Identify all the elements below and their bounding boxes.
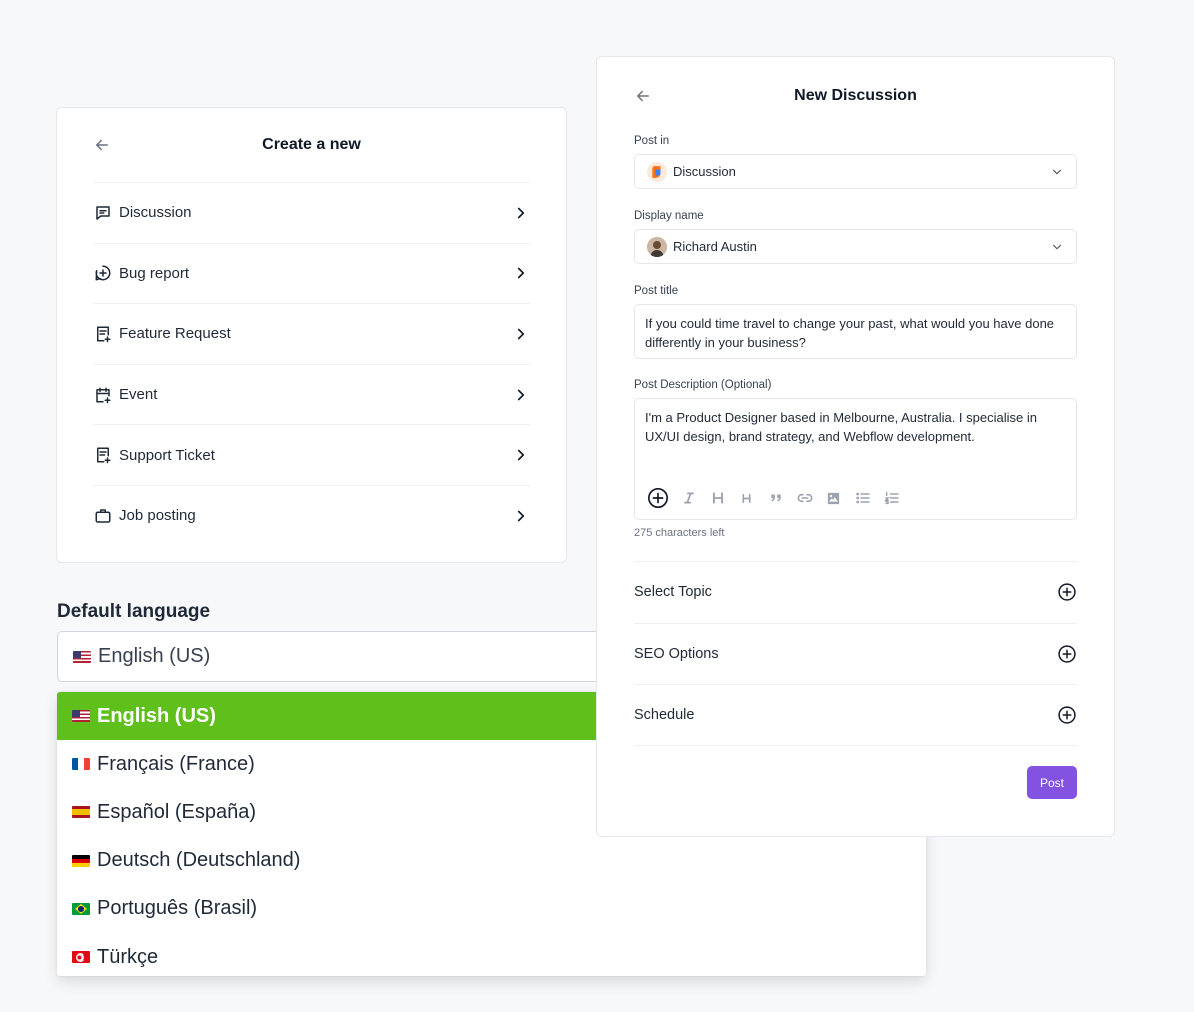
spain-flag-icon [72, 806, 90, 819]
post-in-label: Post in [634, 135, 670, 147]
language-option-pt-br[interactable]: Português (Brasil) [57, 885, 926, 933]
post-description-label: Post Description (Optional) [634, 379, 772, 391]
chevron-down-icon [1052, 169, 1062, 174]
heading-1-icon[interactable] [703, 486, 732, 510]
create-item-label: Event [119, 386, 158, 404]
display-name-select[interactable]: Richard Austin [634, 229, 1077, 264]
post-button[interactable]: Post [1027, 766, 1077, 799]
language-option-label: Deutsch (Deutschland) [97, 849, 301, 872]
chevron-right-icon [517, 449, 525, 461]
new-discussion-form: Post in Discussion Display name Richard … [634, 135, 1077, 746]
language-select[interactable]: English (US) [57, 631, 677, 682]
language-option-tr[interactable]: Türkçe [57, 933, 926, 976]
chevron-right-icon [517, 389, 525, 400]
create-item-label: Discussion [119, 204, 192, 222]
accordion-label: Select Topic [634, 584, 712, 601]
france-flag-icon [72, 758, 90, 771]
create-item-job-posting[interactable]: Job posting [93, 484, 530, 546]
create-item-event[interactable]: Event [93, 363, 530, 425]
calendar-plus-icon [93, 385, 113, 405]
turkey-flag-icon [72, 951, 90, 964]
post-in-select[interactable]: Discussion [634, 154, 1077, 189]
create-title: Create a new [262, 136, 361, 153]
characters-left: 275 characters left [634, 527, 725, 539]
create-item-discussion[interactable]: Discussion [93, 182, 530, 243]
chat-bubble-icon [93, 203, 113, 223]
display-name-label: Display name [634, 210, 704, 222]
language-option-de[interactable]: Deutsch (Deutschland) [57, 837, 926, 885]
accordion-label: SEO Options [634, 645, 719, 662]
create-item-bug-report[interactable]: Bug report [93, 242, 530, 304]
discussion-category-icon [647, 161, 667, 182]
back-arrow-icon[interactable] [93, 136, 111, 154]
new-discussion-card: New Discussion Post in Discussion Displa… [596, 56, 1115, 837]
create-item-feature-request[interactable]: Feature Request [93, 303, 530, 364]
accordion-label: Schedule [634, 706, 695, 723]
chevron-down-icon [1052, 244, 1062, 249]
avatar [647, 236, 667, 257]
accordion-seo-options[interactable]: SEO Options [634, 622, 1077, 685]
create-options-list: Discussion Bug report Feature Request Ev… [93, 182, 530, 546]
chevron-right-icon [517, 268, 525, 279]
post-title-input[interactable]: If you could time travel to change your … [634, 304, 1077, 359]
numbered-list-icon[interactable] [877, 486, 906, 510]
ticket-document-icon [93, 445, 113, 465]
bug-plus-icon [93, 263, 113, 283]
create-header: Create a new [57, 108, 566, 182]
chevron-right-icon [517, 328, 525, 340]
quote-icon[interactable] [761, 486, 790, 510]
post-title-label: Post title [634, 285, 679, 297]
new-discussion-title: New Discussion [794, 87, 917, 104]
post-in-value: Discussion [673, 164, 736, 179]
accordion-schedule[interactable]: Schedule [634, 684, 1077, 746]
language-option-label: Türkçe [97, 945, 159, 968]
us-flag-icon [72, 710, 90, 723]
language-option-label: Português (Brasil) [97, 897, 258, 920]
editor-toolbar [646, 486, 906, 510]
italic-icon[interactable] [674, 486, 703, 510]
language-option-label: Español (España) [97, 800, 256, 823]
options-accordion: Select Topic SEO Options Schedule [634, 561, 1077, 746]
briefcase-icon [93, 506, 113, 526]
bullet-list-icon[interactable] [848, 486, 877, 510]
plus-circle-icon [1058, 706, 1076, 724]
heading-2-icon[interactable] [732, 486, 761, 510]
language-option-label: English (US) [97, 704, 216, 727]
add-icon[interactable] [646, 486, 670, 510]
create-item-label: Bug report [119, 264, 190, 282]
us-flag-icon [73, 650, 91, 663]
link-icon[interactable] [790, 486, 819, 510]
post-description-editor[interactable]: I'm a Product Designer based in Melbourn… [634, 398, 1077, 520]
default-language-title: Default language [57, 601, 211, 622]
create-item-support-ticket[interactable]: Support Ticket [93, 424, 530, 485]
chevron-right-icon [517, 207, 525, 219]
create-item-label: Feature Request [119, 325, 231, 343]
document-plus-icon [93, 324, 113, 344]
back-arrow-icon[interactable] [634, 87, 652, 105]
create-new-card: Create a new Discussion Bug report Featu… [56, 107, 567, 563]
brazil-flag-icon [72, 902, 90, 915]
post-description-text: I'm a Product Designer based in Melbourn… [645, 410, 1037, 444]
germany-flag-icon [72, 854, 90, 867]
display-name-value: Richard Austin [673, 239, 757, 254]
plus-circle-icon [1058, 583, 1076, 601]
new-discussion-header: New Discussion [597, 57, 1114, 135]
image-icon[interactable] [819, 486, 848, 510]
language-select-value: English (US) [98, 645, 211, 667]
chevron-right-icon [517, 510, 525, 522]
create-item-label: Job posting [119, 507, 196, 525]
create-item-label: Support Ticket [119, 446, 215, 464]
plus-circle-icon [1058, 645, 1076, 663]
accordion-select-topic[interactable]: Select Topic [634, 561, 1077, 623]
language-option-label: Français (France) [97, 752, 255, 775]
